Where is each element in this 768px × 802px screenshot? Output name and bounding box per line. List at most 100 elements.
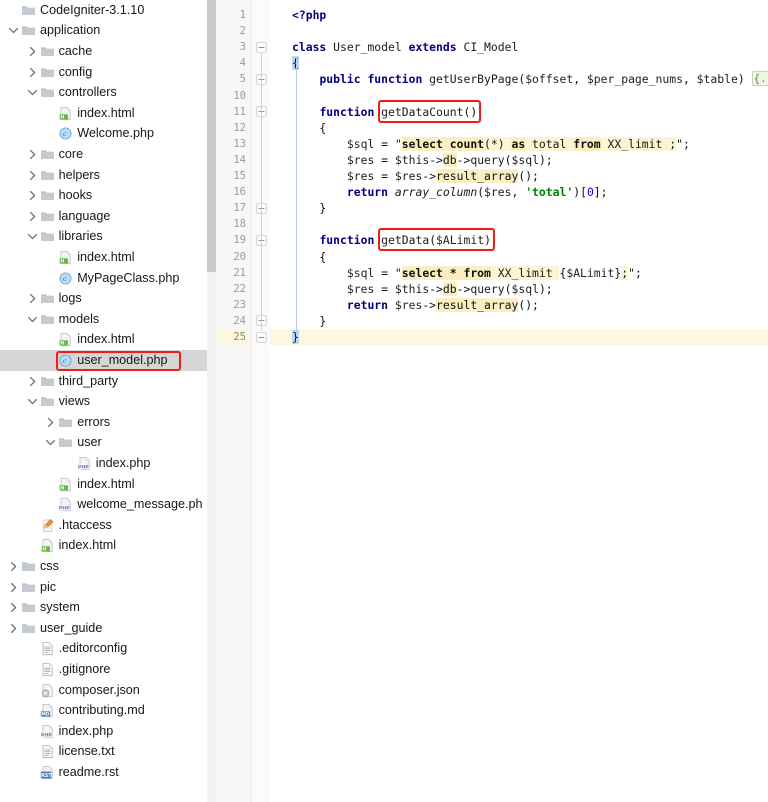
tree-item-label: index.html: [77, 249, 135, 264]
chevron-down-icon[interactable]: [45, 437, 56, 448]
tree-item-codeigniter-3-1-10[interactable]: CodeIgniter-3.1.10: [0, 0, 207, 21]
fold-toggle-collapse[interactable]: [256, 331, 267, 343]
chevron-right-icon[interactable]: [8, 623, 19, 634]
code-line[interactable]: $sql = "select * from XX_limit {$ALimit}…: [292, 265, 642, 281]
tree-item-composer-json[interactable]: composer.json: [0, 680, 207, 701]
project-file-tree[interactable]: CodeIgniter-3.1.10 application cache config…: [0, 0, 216, 802]
tree-item-application[interactable]: application: [0, 21, 207, 42]
tree-item-user[interactable]: user: [0, 433, 207, 454]
chevron-right-icon[interactable]: [27, 149, 38, 160]
tree-scrollbar-thumb[interactable]: [207, 0, 216, 272]
code-line[interactable]: function getData($ALimit): [292, 232, 490, 248]
tree-item-contributing-md[interactable]: MD contributing.md: [0, 700, 207, 721]
code-line[interactable]: {: [292, 249, 326, 265]
folder-icon: [40, 85, 55, 100]
code-line[interactable]: return array_column($res, 'total')[0];: [292, 184, 608, 200]
tree-item-views[interactable]: views: [0, 391, 207, 412]
rst-file-icon: RST: [40, 765, 55, 780]
code-line[interactable]: <?php: [292, 7, 326, 23]
chevron-down-icon[interactable]: [27, 231, 38, 242]
chevron-down-icon[interactable]: [27, 87, 38, 98]
chevron-right-icon[interactable]: [8, 582, 19, 593]
tree-item-libraries[interactable]: libraries: [0, 227, 207, 248]
tree-item-readme-rst[interactable]: RST readme.rst: [0, 762, 207, 783]
tree-item-config[interactable]: config: [0, 62, 207, 83]
code-editor[interactable]: 1 2 3 4 5 10 11 12 13 14 15 16 17 18 19 20 21 22 23 24 25 <?…: [216, 0, 768, 802]
chevron-right-icon[interactable]: [27, 190, 38, 201]
code-line[interactable]: $res = $this->db->query($sql);: [292, 152, 553, 168]
tree-item-helpers[interactable]: helpers: [0, 165, 207, 186]
tree-item-index-html[interactable]: Hindex.html: [0, 536, 207, 557]
tree-item-css[interactable]: css: [0, 556, 207, 577]
chevron-right-icon[interactable]: [27, 211, 38, 222]
code-line[interactable]: class User_model extends CI_Model: [292, 39, 518, 55]
tree-item-pic[interactable]: pic: [0, 577, 207, 598]
tree-item-index-php[interactable]: PHP index.php: [0, 721, 207, 742]
tree-item-license-txt[interactable]: license.txt: [0, 742, 207, 763]
code-line[interactable]: }: [292, 200, 326, 216]
chevron-down-icon[interactable]: [27, 314, 38, 325]
tree-item-label: application: [40, 23, 101, 38]
line-number: 18: [233, 218, 246, 231]
tree-item-index-html[interactable]: Hindex.html: [0, 103, 207, 124]
tree-item-label: index.html: [77, 332, 135, 347]
tree-item-index-html[interactable]: Hindex.html: [0, 247, 207, 268]
tree-item-cache[interactable]: cache: [0, 41, 207, 62]
tree-item-index-html[interactable]: Hindex.html: [0, 474, 207, 495]
tree-item-third-party[interactable]: third_party: [0, 371, 207, 392]
chevron-right-icon[interactable]: [27, 67, 38, 78]
chevron-right-icon[interactable]: [27, 376, 38, 387]
tree-item-index-html[interactable]: Hindex.html: [0, 330, 207, 351]
code-line[interactable]: public function getUserByPage($offset, $…: [292, 71, 768, 87]
chevron-right-icon[interactable]: [8, 561, 19, 572]
md-file-icon: MD: [40, 703, 55, 718]
folder-icon: [21, 559, 36, 574]
tree-item-errors[interactable]: errors: [0, 412, 207, 433]
tree-item-hooks[interactable]: hooks: [0, 185, 207, 206]
code-text-area[interactable]: <?phpclass User_model extends CI_Model{ …: [270, 0, 768, 802]
chevron-right-icon[interactable]: [45, 417, 56, 428]
folder-icon: [40, 168, 55, 183]
code-line[interactable]: return $res->result_array();: [292, 297, 539, 313]
tree-item-models[interactable]: models: [0, 309, 207, 330]
tree-item-controllers[interactable]: controllers: [0, 82, 207, 103]
chevron-right-icon[interactable]: [8, 602, 19, 613]
tree-item-label: language: [58, 208, 111, 223]
tree-item-language[interactable]: language: [0, 206, 207, 227]
tree-item-gitignore[interactable]: .gitignore: [0, 659, 207, 680]
code-line[interactable]: $res = $res->result_array();: [292, 168, 539, 184]
tree-item-label: index.html: [58, 538, 116, 553]
code-line[interactable]: {: [292, 120, 326, 136]
tree-item-system[interactable]: system: [0, 597, 207, 618]
chevron-down-icon[interactable]: [8, 25, 19, 36]
tree-item-label: user_guide: [40, 620, 103, 635]
svg-text:c: c: [63, 130, 67, 138]
code-line[interactable]: $sql = "select count(*) as total from XX…: [292, 136, 690, 152]
tree-item-mypageclass-php[interactable]: c MyPageClass.php: [0, 268, 207, 289]
tree-item-welcome-message-ph[interactable]: PHP welcome_message.ph: [0, 494, 207, 515]
tree-item-index-php[interactable]: PHP index.php: [0, 453, 207, 474]
tree-item-label: index.php: [95, 455, 151, 470]
code-line[interactable]: function getDataCount(): [292, 104, 477, 120]
tree-item-user-model-php[interactable]: c user_model.php: [0, 350, 207, 371]
tree-item-logs[interactable]: logs: [0, 288, 207, 309]
tree-item-htaccess[interactable]: .htaccess: [0, 515, 207, 536]
code-line[interactable]: $res = $this->db->query($sql);: [292, 281, 553, 297]
tree-item-user-guide[interactable]: user_guide: [0, 618, 207, 639]
code-folding-strip[interactable]: [252, 0, 270, 802]
folder-icon: [40, 44, 55, 59]
chevron-right-icon[interactable]: [27, 293, 38, 304]
code-line[interactable]: }: [292, 313, 326, 329]
tree-item-welcome-php[interactable]: c Welcome.php: [0, 124, 207, 145]
tree-item-label: contributing.md: [58, 703, 145, 718]
chevron-right-icon[interactable]: [27, 170, 38, 181]
chevron-down-icon[interactable]: [27, 396, 38, 407]
tree-scrollbar-track[interactable]: [207, 0, 216, 802]
tree-item-label: cache: [58, 43, 93, 58]
tree-item-core[interactable]: core: [0, 144, 207, 165]
html-file-icon: H: [40, 538, 55, 553]
line-number: 22: [233, 282, 246, 295]
chevron-right-icon[interactable]: [27, 46, 38, 57]
fold-toggle-collapse[interactable]: [256, 41, 267, 53]
tree-item-editorconfig[interactable]: .editorconfig: [0, 639, 207, 660]
